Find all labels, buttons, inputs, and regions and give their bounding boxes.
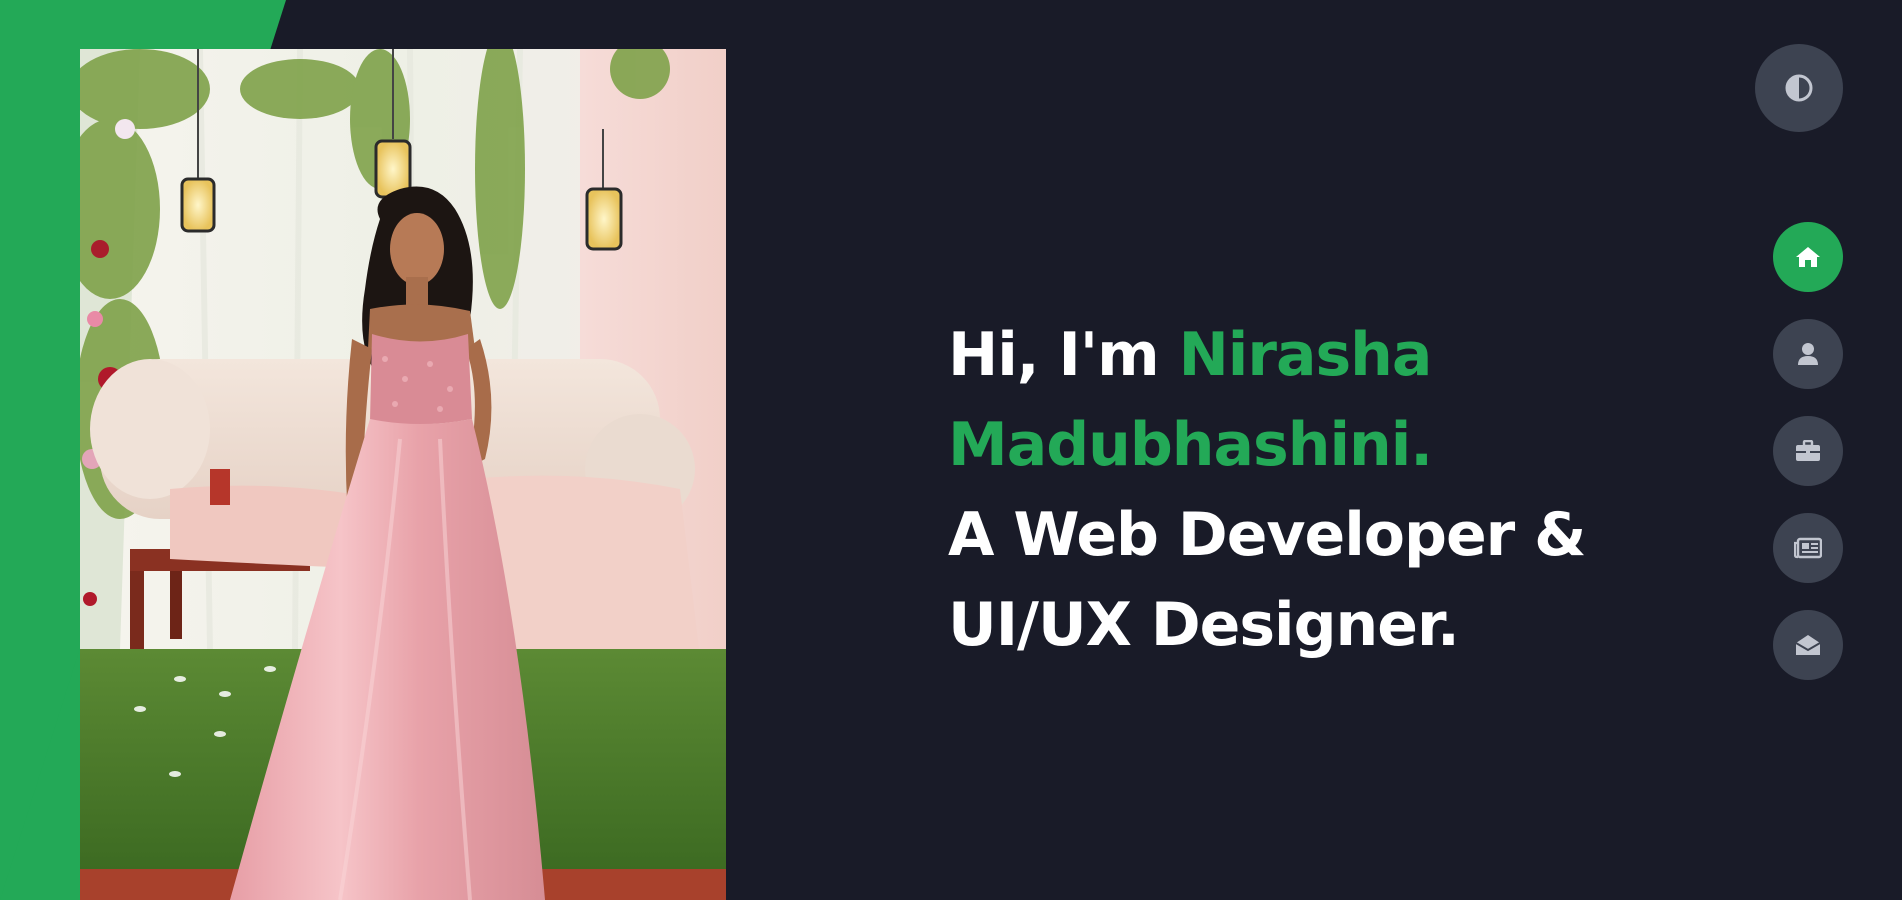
newspaper-icon: [1794, 537, 1822, 559]
side-nav: [1773, 222, 1843, 707]
briefcase-icon: [1795, 440, 1821, 462]
nav-item-portfolio[interactable]: [1773, 416, 1843, 486]
theme-toggle-button[interactable]: [1755, 44, 1843, 132]
name-first: Nirasha: [1178, 320, 1433, 390]
hero-heading: Hi, I'm Nirasha Madubhashini. A Web Deve…: [948, 310, 1648, 670]
greeting-text: Hi, I'm: [948, 320, 1179, 390]
role-line-2: UI/UX Designer.: [948, 590, 1460, 660]
hero-line-greeting: Hi, I'm Nirasha: [948, 310, 1648, 400]
name-last: Madubhashini.: [948, 410, 1433, 480]
envelope-open-icon: [1795, 633, 1821, 657]
nav-item-contact[interactable]: [1773, 610, 1843, 680]
profile-photo: [80, 49, 726, 900]
user-icon: [1797, 342, 1819, 366]
nav-item-home[interactable]: [1773, 222, 1843, 292]
nav-item-about[interactable]: [1773, 319, 1843, 389]
contrast-icon: [1784, 73, 1814, 103]
home-page: Hi, I'm Nirasha Madubhashini. A Web Deve…: [0, 0, 1902, 900]
nav-item-blog[interactable]: [1773, 513, 1843, 583]
home-icon: [1795, 245, 1821, 269]
role-line-1: A Web Developer &: [948, 500, 1586, 570]
